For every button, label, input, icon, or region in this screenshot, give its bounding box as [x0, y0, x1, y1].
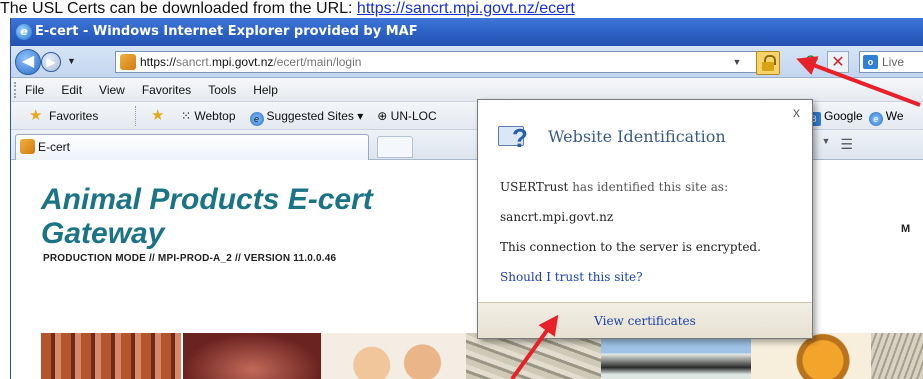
view-certificates-link[interactable]: View certificates: [478, 302, 812, 338]
ecert-url-link[interactable]: https://sancrt.mpi.govt.nz/ecert: [357, 0, 575, 17]
search-placeholder: Live: [882, 55, 905, 69]
menu-view[interactable]: View: [99, 78, 125, 102]
menu-favorites[interactable]: Favorites: [142, 78, 191, 102]
intro-text: The USL Certs can be downloaded from the…: [0, 0, 357, 17]
home-dropdown-icon[interactable]: ▼: [821, 136, 830, 153]
live-search-icon: o: [863, 55, 878, 69]
tab-label: E-cert: [38, 140, 71, 154]
menu-tools[interactable]: Tools: [208, 78, 236, 102]
favorites-separator: [135, 106, 136, 126]
menu-edit[interactable]: Edit: [61, 78, 82, 102]
fav-link-web[interactable]: e We: [868, 102, 904, 130]
window-titlebar: e E-cert - Windows Internet Explorer pro…: [11, 18, 923, 46]
encryption-status: This connection to the server is encrypt…: [500, 240, 761, 254]
identified-site: sancrt.mpi.govt.nz: [500, 210, 614, 224]
feeds-icon[interactable]: ☰: [840, 136, 853, 153]
address-bar[interactable]: https://sancrt.mpi.govt.nz/ecert/main/lo…: [115, 51, 780, 75]
history-dropdown-icon[interactable]: ▼: [67, 56, 76, 66]
banner-image-cows: [601, 333, 751, 379]
address-dropdown-icon[interactable]: ▼: [730, 52, 744, 72]
url-path: /ecert/main/login: [273, 55, 362, 69]
fav-link-suggested-sites[interactable]: e Suggested Sites ▾: [249, 102, 363, 130]
window-title: E-cert - Windows Internet Explorer provi…: [35, 24, 418, 39]
banner-image-honey: [751, 333, 871, 379]
tab-favicon-icon: [20, 139, 35, 154]
page-title-line1: Animal Products E-cert: [41, 183, 373, 216]
ie-page-icon: e: [249, 112, 264, 126]
banner-image-meat: [183, 333, 321, 379]
new-tab-button[interactable]: [377, 136, 413, 158]
website-identification-popup: x ? Website Identification USERTrust has…: [477, 99, 813, 339]
issuer-name: USERTrust: [500, 180, 569, 194]
page-title-line2: Gateway: [41, 217, 165, 250]
popup-heading: Website Identification: [548, 127, 726, 146]
production-mode-line: PRODUCTION MODE // MPI-PROD-A_2 // VERSI…: [43, 253, 337, 264]
forward-button[interactable]: ▶: [41, 52, 61, 72]
tab-ecert[interactable]: E-cert: [15, 134, 369, 160]
favorites-button[interactable]: Favorites: [49, 102, 98, 130]
ie-logo-icon: e: [16, 24, 32, 40]
url-domain: mpi.govt.nz: [212, 55, 274, 69]
browser-window: e E-cert - Windows Internet Explorer pro…: [10, 18, 923, 379]
banner-image-grain: [871, 333, 923, 379]
search-box[interactable]: o Live: [859, 51, 923, 73]
add-favorite-icon[interactable]: ★: [151, 108, 164, 124]
toolbar-grip[interactable]: [14, 82, 17, 98]
back-button[interactable]: ◀: [15, 49, 41, 75]
page-title: Animal Products E-cert Gateway: [41, 183, 471, 251]
refresh-icon[interactable]: ⟳: [801, 51, 823, 73]
menu-help[interactable]: Help: [253, 78, 278, 102]
website-identity-icon: ?: [498, 122, 532, 152]
fav-link-webtop[interactable]: ⁙ Webtop: [181, 102, 236, 130]
popup-close-icon[interactable]: x: [793, 104, 800, 120]
stop-icon[interactable]: ✕: [827, 51, 849, 73]
security-lock-icon[interactable]: [756, 51, 780, 75]
fav-link-google[interactable]: 8 Google: [807, 102, 863, 130]
truncated-text: M: [901, 223, 911, 235]
site-favicon-icon: [120, 54, 136, 70]
issuer-suffix: has identified this site as:: [568, 180, 729, 194]
ie-page-icon: e: [868, 112, 883, 126]
url-subdomain: sancrt.: [176, 55, 213, 69]
url-scheme: https://: [140, 55, 177, 69]
issuer-line: USERTrust has identified this site as:: [500, 180, 728, 194]
menu-file[interactable]: File: [25, 78, 44, 102]
banner-image-eggs: [321, 333, 466, 379]
banner-image-warehouse: [41, 333, 181, 379]
fav-link-un-loc[interactable]: ⊕ UN-LOC: [377, 102, 436, 130]
favorites-star-icon[interactable]: ★: [29, 108, 42, 124]
navigation-bar: ◀ ▶ ▼ https://sancrt.mpi.govt.nz/ecert/m…: [11, 46, 923, 78]
banner-image-sheep: [466, 333, 601, 379]
trust-site-link[interactable]: Should I trust this site?: [500, 270, 643, 284]
document-intro-line: The USL Certs can be downloaded from the…: [0, 0, 923, 18]
